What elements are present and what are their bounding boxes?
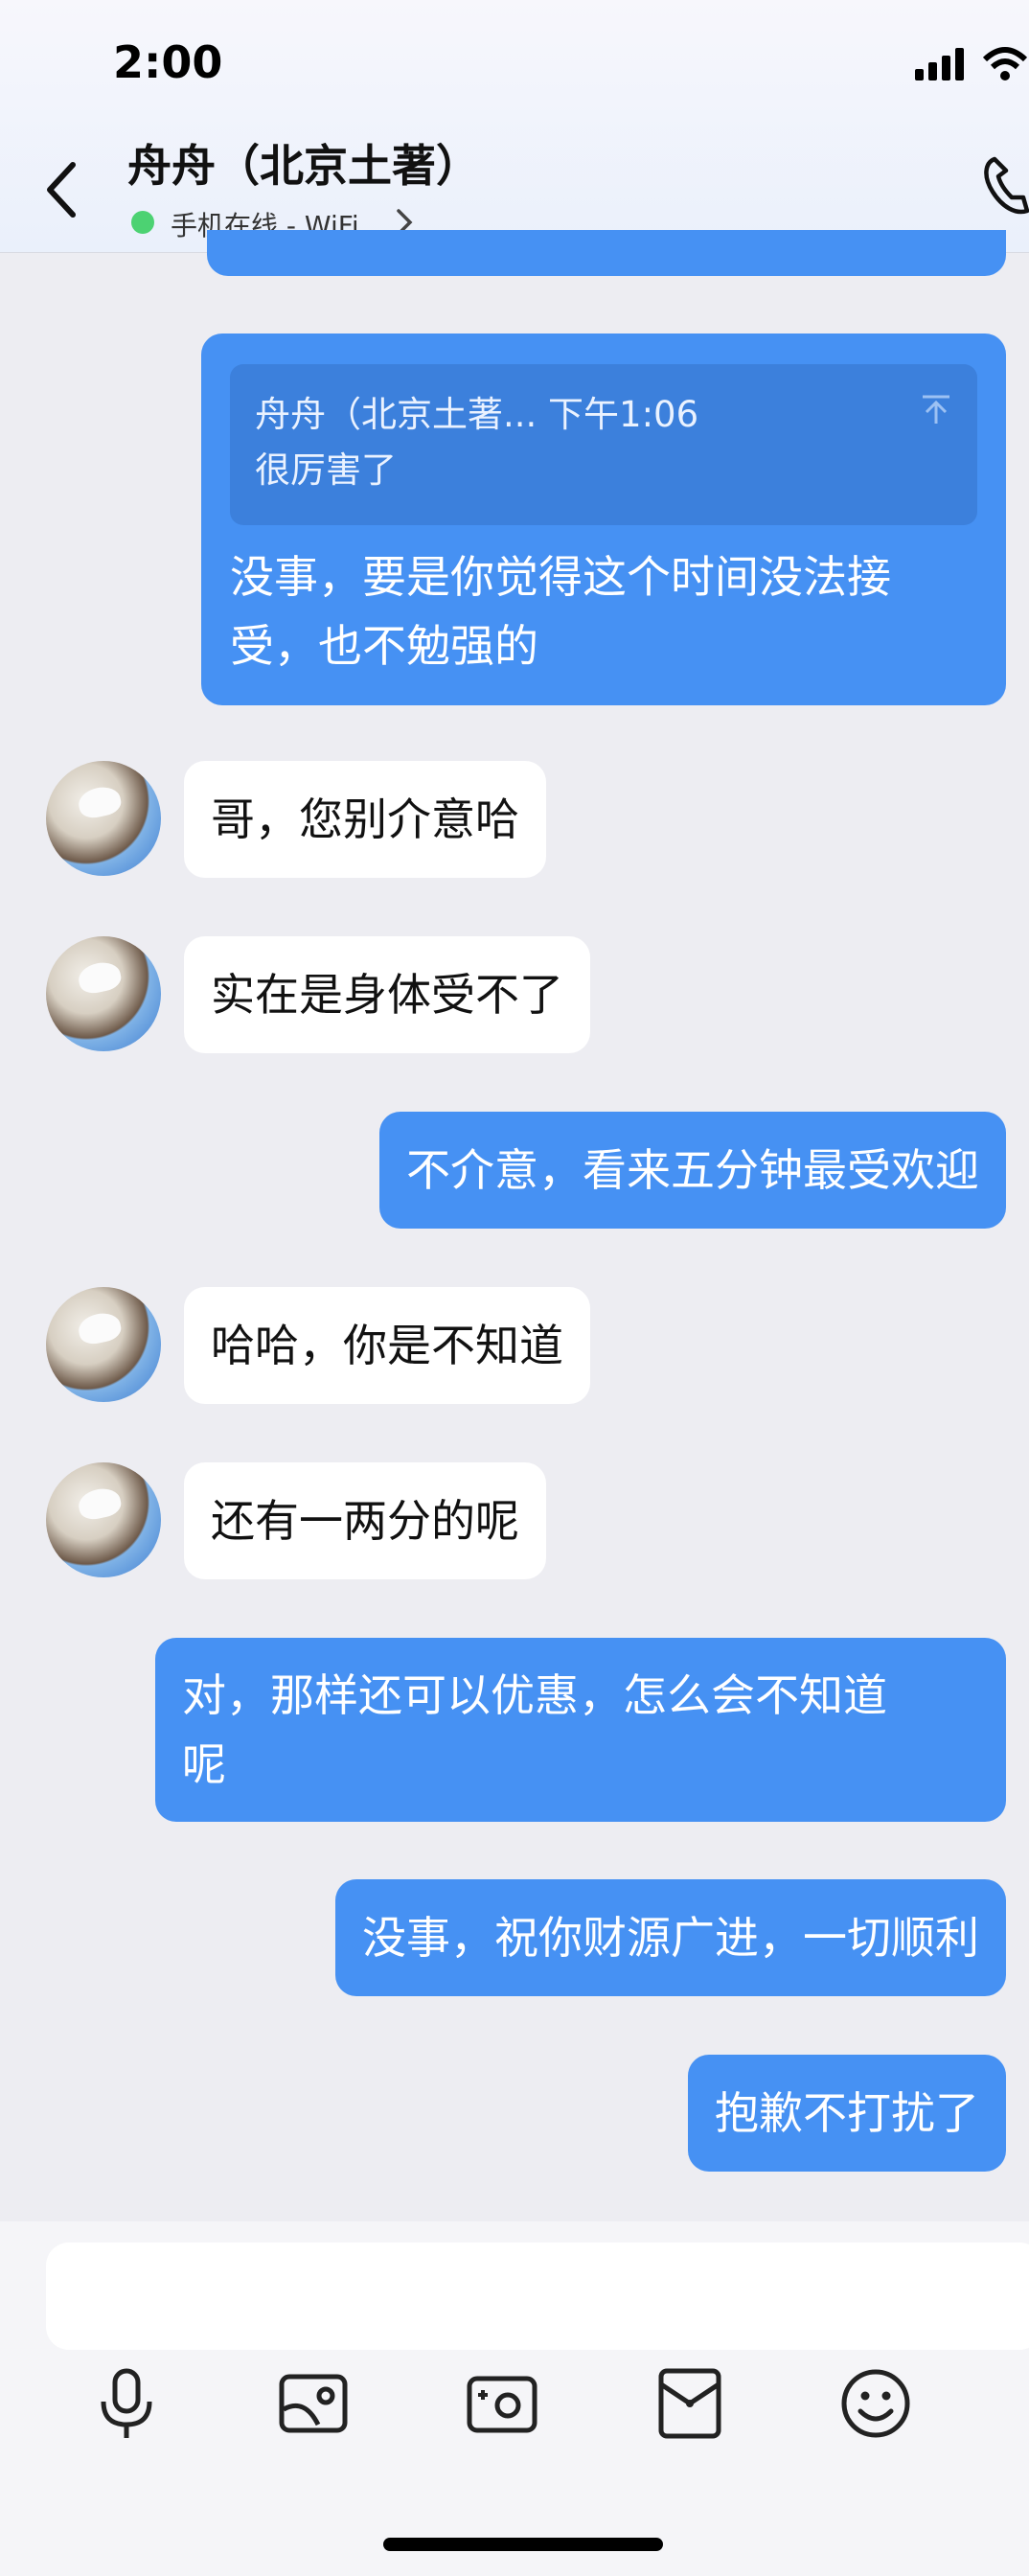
outgoing-message-bubble[interactable]: 没事，祝你财源广进，一切顺利 — [335, 1879, 1006, 1996]
message-input[interactable] — [46, 2242, 1029, 2350]
message-text: 哥，您别介意哈 — [211, 794, 519, 845]
composer-area — [0, 2221, 1029, 2576]
message-text: 还有一两分的呢 — [211, 1495, 519, 1547]
online-status-dot — [131, 211, 154, 234]
microphone-icon[interactable] — [88, 2365, 165, 2442]
back-icon[interactable] — [42, 161, 80, 218]
home-indicator — [383, 2538, 663, 2551]
reply-message-line: 没事，要是你觉得这个时间没法接 — [230, 551, 891, 603]
outgoing-message-bubble[interactable]: 抱歉不打扰了 — [688, 2055, 1006, 2172]
message-text: 抱歉不打扰了 — [715, 2087, 979, 2139]
camera-icon[interactable] — [464, 2365, 540, 2442]
incoming-message-bubble[interactable]: 实在是身体受不了 — [184, 936, 590, 1053]
reply-message-bubble[interactable]: 舟舟（北京土著... 下午1:06 很厉害了 没事，要是你觉得这个时间没法接 受… — [201, 334, 1006, 705]
message-text: 实在是身体受不了 — [211, 969, 563, 1021]
signal-icon — [915, 48, 964, 80]
contact-name[interactable]: 舟舟（北京土著） — [127, 131, 480, 195]
emoji-icon[interactable] — [837, 2365, 914, 2442]
message-text: 不介意，看来五分钟最受欢迎 — [406, 1144, 979, 1196]
reply-message-text: 没事，要是你觉得这个时间没法接 受，也不勉强的 — [230, 542, 987, 680]
message-text: 呢 — [182, 1738, 226, 1790]
outgoing-message-bubble[interactable]: 对，那样还可以优惠，怎么会不知道 呢 — [155, 1638, 1006, 1822]
quoted-message-header: 舟舟（北京土著... 下午1:06 — [255, 394, 699, 435]
outgoing-message-bubble[interactable]: 不介意，看来五分钟最受欢迎 — [379, 1112, 1006, 1229]
message-text: 哈哈，你是不知道 — [211, 1320, 563, 1371]
contact-avatar[interactable] — [46, 761, 161, 876]
red-packet-icon[interactable] — [652, 2365, 728, 2442]
phone-call-icon[interactable] — [981, 155, 1029, 218]
message-text: 没事，祝你财源广进，一切顺利 — [362, 1912, 979, 1964]
chat-header: 2:00 舟舟（北京土著） 手机在线 - WiFi — [0, 0, 1029, 253]
contact-avatar[interactable] — [46, 1462, 161, 1577]
wifi-icon — [982, 47, 1028, 80]
quoted-message[interactable]: 舟舟（北京土著... 下午1:06 很厉害了 — [230, 364, 977, 525]
reply-message-line: 受，也不勉强的 — [230, 620, 538, 672]
message-text: 对，那样还可以优惠，怎么会不知道 — [182, 1669, 887, 1721]
contact-avatar[interactable] — [46, 936, 161, 1051]
jump-to-quote-icon[interactable] — [920, 393, 952, 426]
image-icon[interactable] — [276, 2365, 353, 2442]
quoted-message-text: 很厉害了 — [255, 449, 397, 491]
incoming-message-bubble[interactable]: 哈哈，你是不知道 — [184, 1287, 590, 1404]
contact-avatar[interactable] — [46, 1287, 161, 1402]
incoming-message-bubble[interactable]: 哥，您别介意哈 — [184, 761, 546, 878]
status-time: 2:00 — [113, 36, 223, 88]
previous-message-bubble[interactable] — [207, 230, 1006, 276]
incoming-message-bubble[interactable]: 还有一两分的呢 — [184, 1462, 546, 1579]
